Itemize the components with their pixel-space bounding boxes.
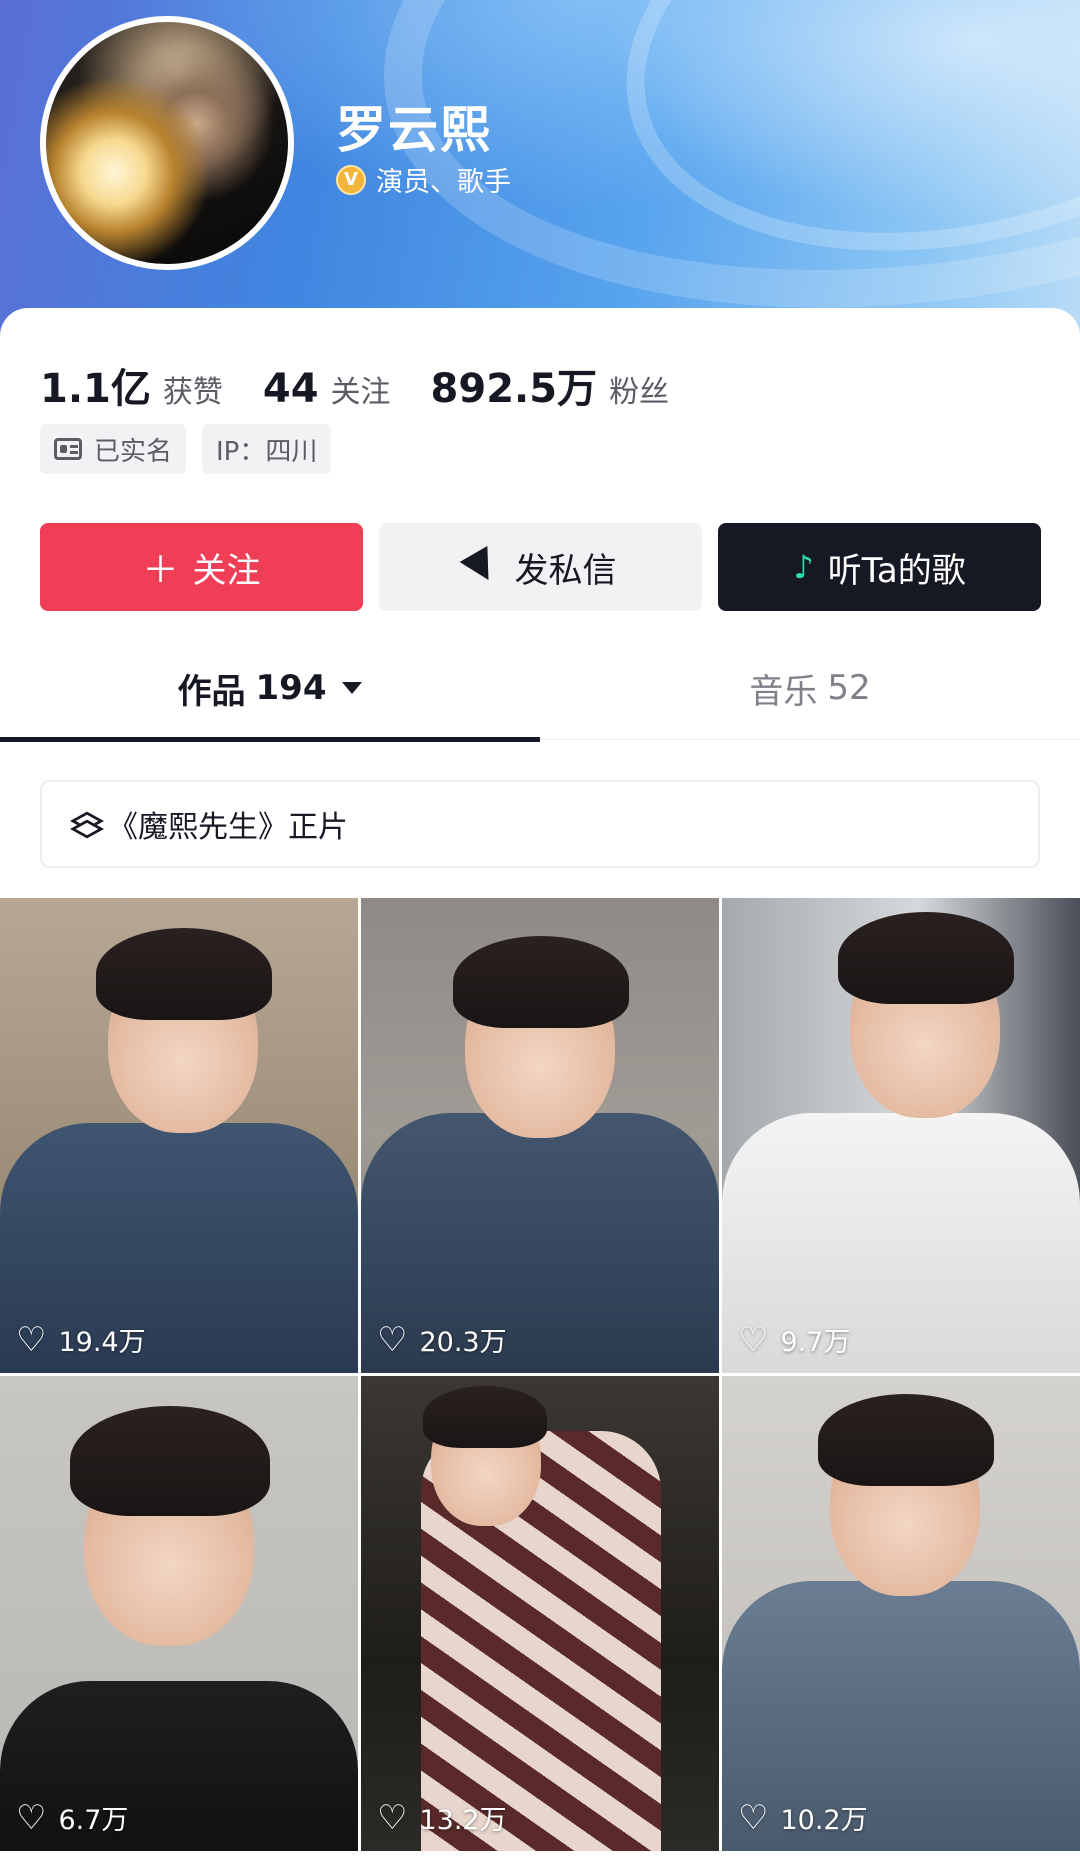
collection-label: 《魔熙先生》正片 — [108, 810, 348, 845]
tab-music-count: 52 — [827, 668, 871, 708]
profile-name: 罗云熙 — [336, 101, 492, 159]
stat-followers-label: 粉丝 — [609, 375, 670, 410]
video-thumbnail[interactable]: ♡ 10.2万 — [722, 1376, 1080, 1851]
stat-followers-count: 892.5万 — [430, 366, 598, 412]
like-count-value: 19.4万 — [58, 1327, 146, 1358]
action-buttons: ＋ 关注 发私信 ♪ 听Ta的歌 — [40, 523, 1041, 611]
like-count: ♡ 20.3万 — [377, 1320, 507, 1359]
realname-tag: 已实名 — [40, 424, 187, 474]
ip-tag: IP：四川 — [202, 424, 332, 474]
send-icon — [459, 546, 502, 588]
listen-songs-label: 听Ta的歌 — [827, 550, 966, 591]
thumbnail-figure — [423, 1386, 547, 1448]
ip-tag-label: IP：四川 — [216, 436, 318, 467]
heart-icon: ♡ — [16, 1319, 47, 1360]
video-thumbnail[interactable]: ♡ 13.2万 — [361, 1376, 719, 1851]
like-count: ♡ 13.2万 — [377, 1798, 507, 1837]
profile-card: 1.1亿 获赞 44 关注 892.5万 粉丝 已实名 IP：四川 ＋ 关注 发… — [0, 308, 1080, 1858]
caret-down-icon[interactable] — [342, 682, 363, 694]
like-count: ♡ 10.2万 — [738, 1798, 868, 1837]
stat-following-label: 关注 — [330, 375, 391, 410]
stat-likes-count: 1.1亿 — [40, 366, 151, 412]
stat-likes-label: 获赞 — [162, 375, 223, 410]
layers-icon — [70, 809, 104, 839]
verification-text: 演员、歌手 — [376, 167, 511, 198]
tab-music[interactable]: 音乐 52 — [540, 636, 1080, 740]
like-count-value: 9.7万 — [780, 1327, 851, 1358]
thumbnail-figure — [70, 1406, 270, 1516]
follow-button-label: 关注 — [192, 550, 261, 591]
heart-icon: ♡ — [16, 1797, 47, 1838]
profile-tags: 已实名 IP：四川 — [40, 424, 347, 474]
message-button[interactable]: 发私信 — [379, 523, 702, 611]
avatar[interactable] — [40, 16, 294, 270]
heart-icon: ♡ — [377, 1319, 408, 1360]
profile-banner: 罗云熙 V 演员、歌手 — [0, 0, 1080, 340]
music-note-icon: ♪ — [793, 548, 814, 586]
like-count: ♡ 6.7万 — [16, 1798, 128, 1837]
heart-icon: ♡ — [738, 1319, 769, 1360]
verified-badge-icon: V — [336, 164, 366, 195]
stats-row: 1.1亿 获赞 44 关注 892.5万 粉丝 — [40, 356, 709, 414]
video-thumbnail[interactable]: ♡ 9.7万 — [722, 898, 1080, 1373]
thumbnail-figure — [818, 1394, 994, 1486]
stat-followers[interactable]: 892.5万 粉丝 — [431, 356, 670, 414]
content-tabs: 作品 194 音乐 52 — [0, 636, 1080, 742]
listen-songs-button[interactable]: ♪ 听Ta的歌 — [718, 523, 1041, 611]
thumbnail-figure — [96, 928, 272, 1020]
verification-row: V 演员、歌手 — [336, 160, 511, 199]
thumbnail-figure — [453, 936, 629, 1028]
realname-tag-label: 已实名 — [94, 436, 173, 467]
heart-icon: ♡ — [738, 1797, 769, 1838]
tab-works-label: 作品 — [177, 671, 246, 712]
tab-music-label: 音乐 — [749, 671, 818, 712]
stat-following[interactable]: 44 关注 — [263, 366, 391, 412]
tab-works-count: 194 — [255, 668, 327, 708]
tab-works[interactable]: 作品 194 — [0, 636, 540, 742]
follow-button[interactable]: ＋ 关注 — [40, 523, 363, 611]
plus-icon: ＋ — [142, 550, 179, 591]
video-thumbnail[interactable]: ♡ 6.7万 — [0, 1376, 358, 1851]
stat-following-count: 44 — [262, 366, 319, 412]
video-thumbnail[interactable]: ♡ 20.3万 — [361, 898, 719, 1373]
heart-icon: ♡ — [377, 1797, 408, 1838]
active-tab-indicator — [0, 737, 540, 742]
thumbnail-figure — [838, 912, 1014, 1004]
like-count-value: 10.2万 — [780, 1805, 868, 1836]
video-thumbnail[interactable]: ♡ 19.4万 — [0, 898, 358, 1373]
like-count-value: 13.2万 — [419, 1805, 507, 1836]
stat-likes[interactable]: 1.1亿 获赞 — [40, 356, 223, 414]
collection-entry[interactable]: 《魔熙先生》正片 — [40, 780, 1040, 868]
like-count-value: 6.7万 — [58, 1805, 129, 1836]
message-button-label: 发私信 — [514, 550, 617, 591]
like-count-value: 20.3万 — [419, 1327, 507, 1358]
video-grid: ♡ 19.4万 ♡ 20.3万 ♡ 9.7万 ♡ 6.7万 ♡ 13.2万 ♡ … — [0, 898, 1080, 1851]
like-count: ♡ 19.4万 — [16, 1320, 146, 1359]
id-card-icon — [54, 438, 82, 460]
like-count: ♡ 9.7万 — [738, 1320, 850, 1359]
